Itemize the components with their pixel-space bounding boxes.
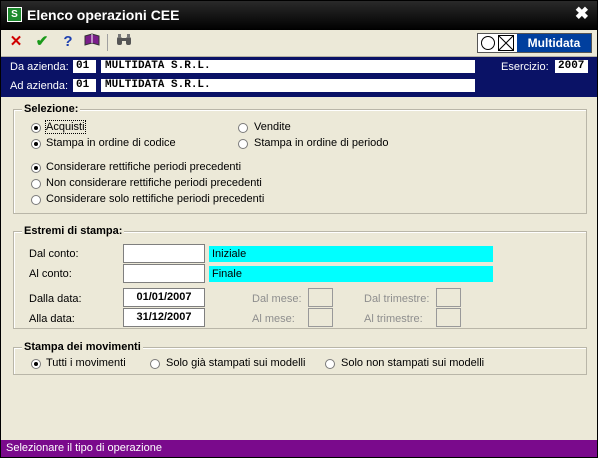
help-icon[interactable]: ?: [59, 33, 77, 51]
cancel-icon[interactable]: ✕: [7, 33, 25, 51]
vendite-label[interactable]: Vendite: [254, 121, 291, 133]
ordine-codice-label[interactable]: Stampa in ordine di codice: [46, 137, 176, 149]
tutti-movimenti-label[interactable]: Tutti i movimenti: [46, 357, 126, 369]
title-bar: S Elenco operazioni CEE ✖: [1, 1, 597, 30]
rettifiche-solo-label[interactable]: Considerare solo rettifiche periodi prec…: [46, 193, 264, 205]
ordine-periodo-label[interactable]: Stampa in ordine di periodo: [254, 137, 389, 149]
close-icon[interactable]: ✖: [575, 4, 589, 24]
al-mese-label: Al mese:: [252, 313, 295, 325]
al-conto-input[interactable]: [123, 264, 205, 283]
toolbar-separator: [107, 34, 108, 51]
confirm-icon[interactable]: ✔: [33, 33, 51, 51]
status-bar: Selezionare il tipo di operazione: [1, 440, 597, 457]
selezione-group: Selezione: Acquisti Vendite Stampa in or…: [13, 103, 587, 214]
radio-non-stampati[interactable]: [325, 359, 335, 369]
gia-stampati-label[interactable]: Solo già stampati sui modelli: [166, 357, 305, 369]
radio-ordine-periodo[interactable]: [238, 139, 248, 149]
dalla-data-input[interactable]: 01/01/2007: [123, 288, 205, 307]
movimenti-title: Stampa dei movimenti: [22, 341, 143, 353]
radio-rettifiche-considerare[interactable]: [31, 163, 41, 173]
esercizio-label: Esercizio:: [501, 61, 549, 73]
ad-azienda-label: Ad azienda:: [10, 80, 69, 92]
dal-conto-description: Iniziale: [209, 246, 493, 262]
esercizio-value[interactable]: 2007: [555, 60, 588, 73]
logo-circle-icon: [481, 36, 495, 50]
estremi-title: Estremi di stampa:: [22, 225, 125, 237]
company-header: Da azienda: 01 MULTIDATA S.R.L. Esercizi…: [1, 57, 597, 97]
alla-data-input[interactable]: 31/12/2007: [123, 308, 205, 327]
dal-trimestre-label: Dal trimestre:: [364, 293, 430, 305]
rettifiche-non-label[interactable]: Non considerare rettifiche periodi prece…: [46, 177, 262, 189]
radio-rettifiche-non[interactable]: [31, 179, 41, 189]
al-mese-input[interactable]: [308, 308, 333, 327]
dal-conto-label: Dal conto:: [29, 248, 79, 260]
logo-cross-box-icon: [498, 35, 514, 51]
rettifiche-considerare-label[interactable]: Considerare rettifiche periodi precedent…: [46, 161, 241, 173]
dal-mese-input[interactable]: [308, 288, 333, 307]
da-azienda-name: MULTIDATA S.R.L.: [101, 60, 475, 73]
al-conto-description: Finale: [209, 266, 493, 282]
dal-conto-input[interactable]: [123, 244, 205, 263]
dalla-data-label: Dalla data:: [29, 293, 82, 305]
acquisti-label[interactable]: Acquisti: [45, 120, 86, 134]
main-window: S Elenco operazioni CEE ✖ ✕ ✔ ? Multidat…: [0, 0, 598, 458]
da-azienda-code[interactable]: 01: [73, 60, 96, 73]
logo-text: Multidata: [517, 34, 591, 52]
estremi-group: Estremi di stampa: Dal conto: Iniziale A…: [13, 225, 587, 329]
al-trimestre-input[interactable]: [436, 308, 461, 327]
al-trimestre-label: Al trimestre:: [364, 313, 423, 325]
radio-vendite[interactable]: [238, 123, 248, 133]
movimenti-group: Stampa dei movimenti Tutti i movimenti S…: [13, 341, 587, 375]
dal-trimestre-input[interactable]: [436, 288, 461, 307]
ad-azienda-name: MULTIDATA S.R.L.: [101, 79, 475, 92]
non-stampati-label[interactable]: Solo non stampati sui modelli: [341, 357, 484, 369]
al-conto-label: Al conto:: [29, 268, 72, 280]
app-icon: S: [7, 7, 22, 22]
radio-ordine-codice[interactable]: [31, 139, 41, 149]
book-icon[interactable]: [83, 33, 101, 51]
da-azienda-label: Da azienda:: [10, 61, 69, 73]
radio-rettifiche-solo[interactable]: [31, 195, 41, 205]
selezione-title: Selezione:: [22, 103, 81, 115]
dal-mese-label: Dal mese:: [252, 293, 302, 305]
multidata-logo: Multidata: [477, 33, 592, 53]
radio-tutti-movimenti[interactable]: [31, 359, 41, 369]
radio-acquisti[interactable]: [31, 123, 41, 133]
ad-azienda-code[interactable]: 01: [73, 79, 96, 92]
binoculars-icon[interactable]: [115, 33, 133, 51]
window-title: Elenco operazioni CEE: [27, 7, 180, 23]
alla-data-label: Alla data:: [29, 313, 75, 325]
toolbar: ✕ ✔ ? Multidata: [1, 30, 597, 57]
radio-gia-stampati[interactable]: [150, 359, 160, 369]
